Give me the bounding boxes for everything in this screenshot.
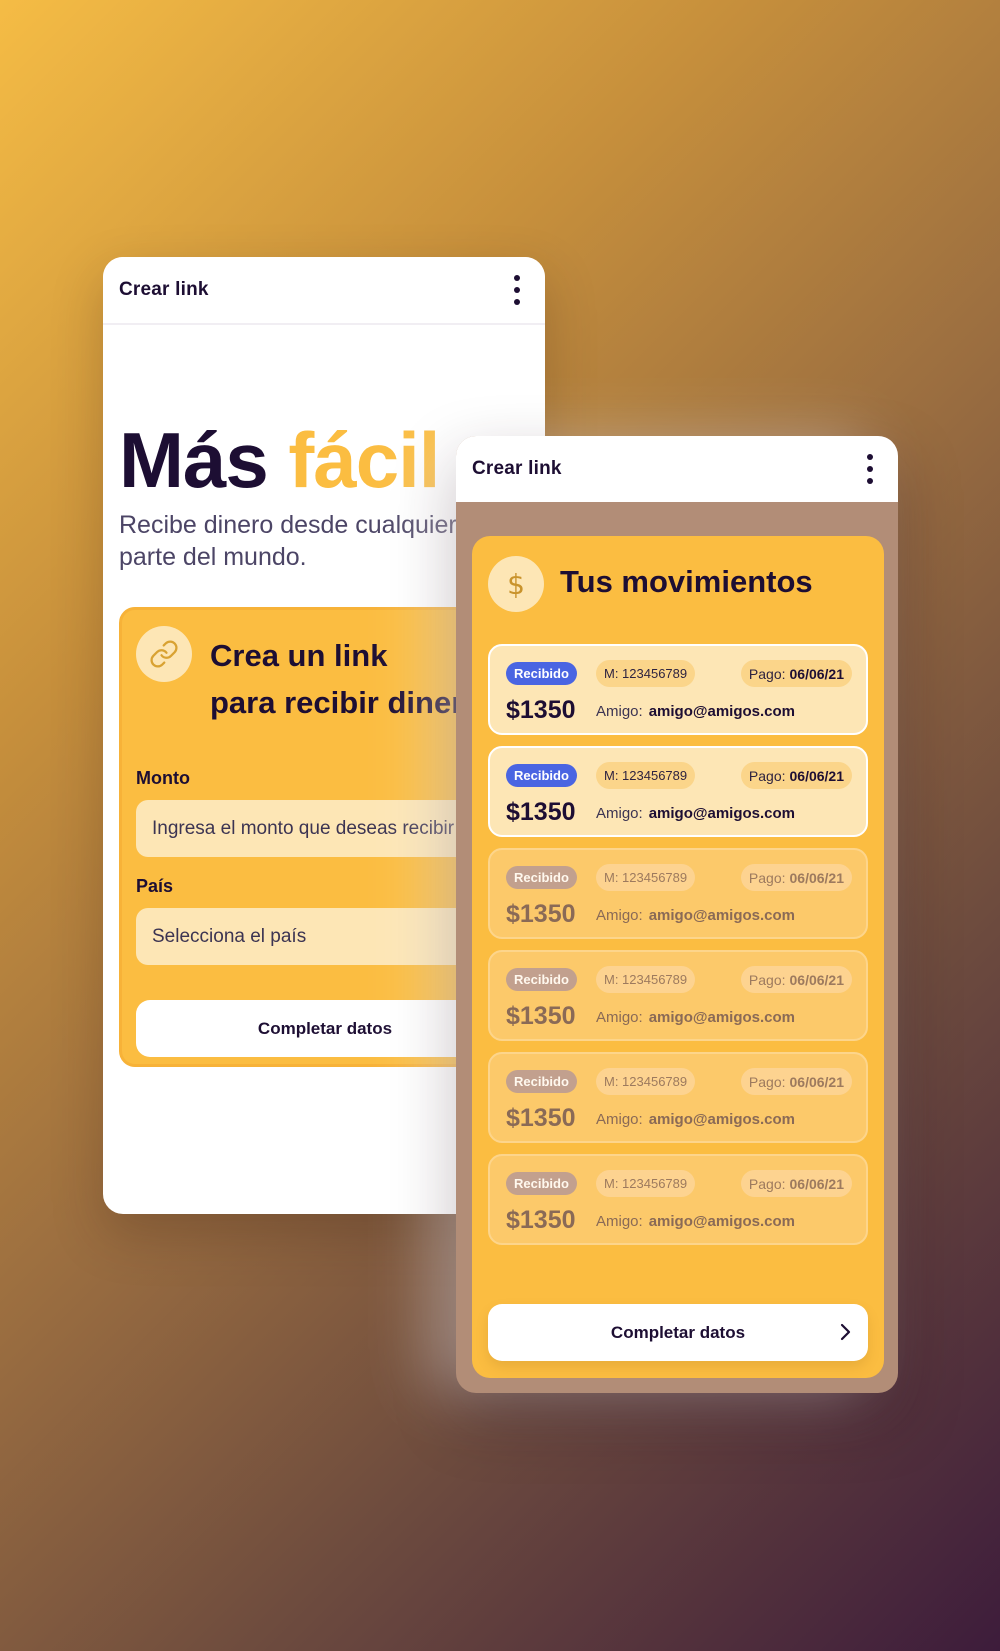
- friend-info: Amigo: amigo@amigos.com: [596, 907, 795, 924]
- kebab-menu-icon[interactable]: [505, 272, 529, 308]
- status-badge: Recibido: [506, 764, 577, 787]
- friend-label: Amigo:: [596, 1009, 643, 1026]
- payment-label: Pago:: [748, 767, 786, 784]
- reference-chip: M: 123456789: [596, 864, 696, 891]
- payment-date: 06/06/21: [789, 1175, 845, 1192]
- reference-chip: M: 123456789: [596, 1068, 696, 1095]
- payment-date: 06/06/21: [789, 869, 845, 886]
- status-badge: Recibido: [506, 1070, 577, 1093]
- transaction-item[interactable]: Recibido M: 123456789 Pago: 06/06/21 $135…: [488, 746, 868, 837]
- payment-label: Pago:: [748, 971, 786, 988]
- hero-title: Más fácil: [119, 415, 440, 506]
- transaction-item[interactable]: Recibido M: 123456789 Pago: 06/06/21 $135…: [488, 848, 868, 939]
- form-title-line2: para recibir dinero: [210, 685, 483, 720]
- friend-email: amigo@amigos.com: [648, 805, 796, 822]
- transaction-item[interactable]: Recibido M: 123456789 Pago: 06/06/21 $135…: [488, 1052, 868, 1143]
- friend-label: Amigo:: [596, 907, 643, 924]
- friend-info: Amigo: amigo@amigos.com: [596, 1111, 795, 1128]
- dollar-symbol: $: [507, 567, 525, 601]
- friend-email: amigo@amigos.com: [648, 1213, 796, 1230]
- transaction-amount: $1350: [506, 696, 576, 724]
- payment-date-chip: Pago: 06/06/21: [740, 864, 852, 891]
- amount-label: Monto: [136, 768, 190, 788]
- status-badge: Recibido: [506, 866, 577, 889]
- payment-date-chip: Pago: 06/06/21: [740, 1068, 852, 1095]
- form-title-line1: Crea un link: [210, 638, 388, 673]
- header-title: Crear link: [472, 458, 562, 479]
- friend-email: amigo@amigos.com: [648, 703, 796, 720]
- reference-chip: M: 123456789: [596, 966, 696, 993]
- friend-label: Amigo:: [596, 1213, 643, 1230]
- transaction-item[interactable]: Recibido M: 123456789 Pago: 06/06/21 $135…: [488, 950, 868, 1041]
- payment-label: Pago:: [748, 1175, 786, 1192]
- reference-chip: M: 123456789: [596, 1170, 696, 1197]
- movements-panel: $ Tus movimientos Recibido M: 123456789 …: [472, 536, 884, 1378]
- complete-data-button[interactable]: Completar datos: [488, 1304, 868, 1361]
- transaction-item[interactable]: Recibido M: 123456789 Pago: 06/06/21 $135…: [488, 644, 868, 735]
- payment-date: 06/06/21: [789, 665, 845, 682]
- link-icon: [136, 626, 192, 682]
- payment-label: Pago:: [748, 869, 786, 886]
- friend-email: amigo@amigos.com: [648, 1111, 796, 1128]
- hero-title-accent: fácil: [288, 416, 440, 504]
- hero-title-main: Más: [119, 416, 289, 504]
- payment-date: 06/06/21: [789, 767, 845, 784]
- friend-info: Amigo: amigo@amigos.com: [596, 805, 795, 822]
- friend-email: amigo@amigos.com: [648, 1009, 796, 1026]
- status-badge: Recibido: [506, 662, 577, 685]
- payment-label: Pago:: [748, 665, 786, 682]
- app-header: Crear link: [456, 436, 898, 502]
- kebab-menu-icon[interactable]: [858, 451, 882, 487]
- status-badge: Recibido: [506, 968, 577, 991]
- reference-chip: M: 123456789: [596, 660, 696, 687]
- reference-chip: M: 123456789: [596, 762, 696, 789]
- friend-label: Amigo:: [596, 805, 643, 822]
- form-title: Crea un link para recibir dinero: [210, 632, 482, 726]
- movements-screen: Crear link $ Tus movimientos Recibido M:…: [456, 436, 898, 1393]
- friend-email: amigo@amigos.com: [648, 907, 796, 924]
- payment-date-chip: Pago: 06/06/21: [740, 660, 852, 687]
- transaction-amount: $1350: [506, 1104, 576, 1132]
- transaction-amount: $1350: [506, 900, 576, 928]
- movements-title: Tus movimientos: [560, 564, 813, 599]
- transaction-amount: $1350: [506, 1002, 576, 1030]
- dollar-icon: $: [488, 556, 544, 612]
- friend-label: Amigo:: [596, 1111, 643, 1128]
- payment-date-chip: Pago: 06/06/21: [740, 762, 852, 789]
- friend-info: Amigo: amigo@amigos.com: [596, 1213, 795, 1230]
- payment-date-chip: Pago: 06/06/21: [740, 966, 852, 993]
- payment-date-chip: Pago: 06/06/21: [740, 1170, 852, 1197]
- app-header: Crear link: [103, 257, 545, 325]
- payment-label: Pago:: [748, 1073, 786, 1090]
- status-badge: Recibido: [506, 1172, 577, 1195]
- friend-info: Amigo: amigo@amigos.com: [596, 703, 795, 720]
- friend-label: Amigo:: [596, 703, 643, 720]
- chevron-right-icon: [838, 1322, 852, 1347]
- transaction-amount: $1350: [506, 1206, 576, 1234]
- complete-data-label: Completar datos: [610, 1322, 746, 1342]
- payment-date: 06/06/21: [789, 1073, 845, 1090]
- transaction-item[interactable]: Recibido M: 123456789 Pago: 06/06/21 $135…: [488, 1154, 868, 1245]
- country-label: País: [136, 876, 174, 896]
- friend-info: Amigo: amigo@amigos.com: [596, 1009, 795, 1026]
- header-title: Crear link: [119, 279, 209, 300]
- transaction-amount: $1350: [506, 798, 576, 826]
- payment-date: 06/06/21: [789, 971, 845, 988]
